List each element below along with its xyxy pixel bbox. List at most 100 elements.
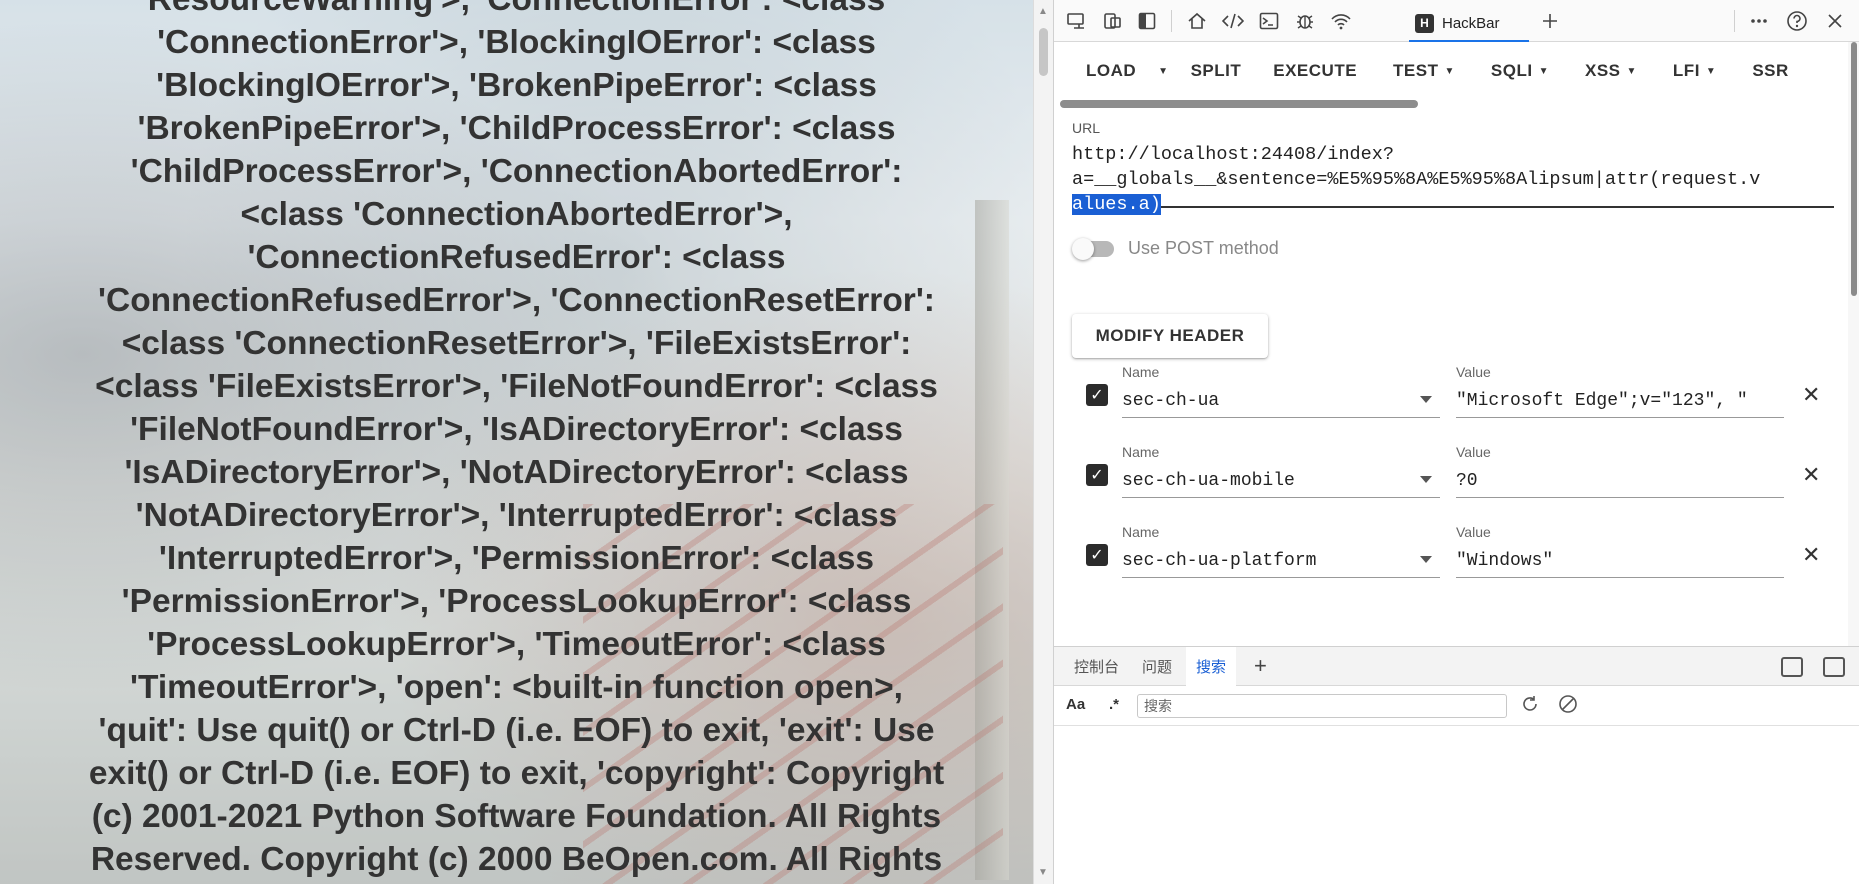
page-text-line: 'BlockingIOError'>, 'BrokenPipeError': <… [156, 67, 877, 104]
header-enabled-checkbox[interactable]: ✓ [1086, 464, 1108, 486]
header-value-input[interactable]: "Windows" [1456, 544, 1784, 578]
dropdown-arrow-icon [1420, 556, 1432, 563]
tab-console[interactable]: 控制台 [1064, 647, 1129, 686]
post-method-label: Use POST method [1128, 238, 1279, 258]
page-text-line: 'PermissionError'>, 'ProcessLookupError'… [121, 583, 912, 620]
page-text-line: (c) 2001-2021 Python Software Foundation… [91, 798, 942, 835]
hackbar-panel: LOAD ▼ SPLIT EXECUTE TEST ▼ SQLI ▼ XSS ▼ LF… [1054, 42, 1859, 646]
scroll-up-icon[interactable]: ▲ [1038, 6, 1048, 17]
page-text-line: <class 'FileExistsError'>, 'FileNotFound… [95, 368, 938, 405]
regex-button[interactable]: .* [1109, 696, 1119, 713]
add-tab-icon[interactable] [1537, 8, 1563, 34]
url-line: a=__globals__&sentence=%E5%95%8A%E5%95%8… [1072, 169, 1761, 190]
device-emulation-icon[interactable] [1064, 8, 1090, 34]
sidebar-icon[interactable] [1134, 8, 1160, 34]
header-name-select[interactable]: sec-ch-ua-platform [1122, 544, 1440, 578]
page-text-line: 'ConnectionRefusedError': <class [247, 239, 786, 276]
menu-load[interactable]: LOAD [1054, 51, 1150, 91]
header-row: ✓ Name Value sec-ch-ua-platform "Windows… [1054, 524, 1848, 588]
header-value-input[interactable]: "Microsoft Edge";v="123", " [1456, 384, 1784, 418]
page-text-line: 'NotADirectoryError'>, 'InterruptedError… [135, 497, 898, 534]
header-name-select[interactable]: sec-ch-ua [1122, 384, 1440, 418]
menu-load-dropdown[interactable]: ▼ [1150, 51, 1176, 91]
menu-xss[interactable]: XSS ▼ [1567, 51, 1655, 91]
page-scrollbar[interactable]: ▲ ▼ [1033, 0, 1054, 884]
menu-sqli[interactable]: SQLI ▼ [1473, 51, 1567, 91]
menu-execute[interactable]: EXECUTE [1255, 51, 1375, 91]
dock-icon[interactable] [1781, 657, 1803, 677]
header-enabled-checkbox[interactable]: ✓ [1086, 544, 1108, 566]
more-icon[interactable] [1746, 8, 1772, 34]
inspect-icon[interactable] [1100, 8, 1126, 34]
modify-header-button[interactable]: MODIFY HEADER [1072, 314, 1268, 358]
header-name-select[interactable]: sec-ch-ua-mobile [1122, 464, 1440, 498]
debug-icon[interactable] [1292, 8, 1318, 34]
tab-hackbar-label: HackBar [1442, 14, 1500, 32]
dropdown-arrow-icon [1420, 476, 1432, 483]
scroll-down-icon[interactable]: ▼ [1038, 867, 1048, 878]
page-text-line: 'IsADirectoryError'>, 'NotADirectoryErro… [124, 454, 909, 491]
menubar-scrollbar-thumb[interactable] [1060, 100, 1418, 108]
sources-icon[interactable] [1220, 8, 1246, 34]
hackbar-scrollbar[interactable] [1848, 42, 1859, 646]
page-text-line: 'quit': Use quit() or Ctrl-D (i.e. EOF) … [98, 712, 935, 749]
page-output-text: ResourceWarning'>, 'ConnectionError': <c… [0, 0, 1033, 881]
header-enabled-checkbox[interactable]: ✓ [1086, 384, 1108, 406]
menu-test[interactable]: TEST ▼ [1375, 51, 1473, 91]
header-value-label: Value [1456, 444, 1491, 460]
page-text-line: 'ChildProcessError'>, 'ConnectionAborted… [130, 153, 903, 190]
page-scrollbar-thumb[interactable] [1039, 28, 1048, 76]
remove-header-icon[interactable]: ✕ [1802, 542, 1820, 568]
caret-down-icon: ▼ [1444, 65, 1455, 77]
hackbar-menubar: LOAD ▼ SPLIT EXECUTE TEST ▼ SQLI ▼ XSS ▼ LF… [1054, 42, 1848, 100]
menu-split[interactable]: SPLIT [1177, 51, 1256, 91]
close-drawer-icon[interactable] [1823, 657, 1845, 677]
remove-header-icon[interactable]: ✕ [1802, 382, 1820, 408]
url-label: URL [1072, 120, 1101, 136]
page-text-line: <class 'ConnectionResetError'>, 'FileExi… [121, 325, 912, 362]
search-input[interactable] [1137, 694, 1507, 718]
header-row: ✓ Name Value sec-ch-ua "Microsoft Edge";… [1054, 364, 1848, 428]
tab-hackbar[interactable]: H HackBar [1409, 6, 1529, 42]
post-method-toggle[interactable]: Use POST method [1072, 237, 1279, 260]
network-icon[interactable] [1328, 8, 1354, 34]
page-text-line: exit() or Ctrl-D (i.e. EOF) to exit, 'co… [88, 755, 945, 792]
header-name-label: Name [1122, 524, 1160, 540]
match-case-button[interactable]: Aa [1066, 696, 1085, 713]
header-value-label: Value [1456, 364, 1491, 380]
menu-lfi[interactable]: LFI ▼ [1655, 51, 1734, 91]
url-textarea[interactable]: http://localhost:24408/index? a=__global… [1072, 142, 1834, 215]
remove-header-icon[interactable]: ✕ [1802, 462, 1820, 488]
console-icon[interactable] [1256, 8, 1282, 34]
clear-icon[interactable] [1558, 694, 1578, 720]
page-text-line: 'InterruptedError'>, 'PermissionError': … [158, 540, 875, 577]
toggle-knob[interactable] [1072, 237, 1094, 260]
refresh-icon[interactable] [1520, 694, 1540, 720]
page-viewport: ResourceWarning'>, 'ConnectionError': <c… [0, 0, 1033, 884]
header-value-label: Value [1456, 524, 1491, 540]
dropdown-arrow-icon [1420, 396, 1432, 403]
menu-ssrf[interactable]: SSR [1734, 51, 1788, 91]
caret-down-icon: ▼ [1705, 65, 1717, 77]
hackbar-scrollbar-thumb[interactable] [1851, 42, 1857, 296]
search-toolbar: Aa .* [1054, 686, 1859, 726]
devtools-panel: H HackBar LOAD ▼ SPLIT EXECUTE TEST ▼ SQL… [1053, 0, 1859, 884]
page-text-line: 'ProcessLookupError'>, 'TimeoutError': <… [147, 626, 886, 663]
page-text-line: 'FileNotFoundError'>, 'IsADirectoryError… [130, 411, 903, 448]
add-drawer-tab-icon[interactable]: + [1254, 653, 1267, 679]
toggle-track[interactable] [1072, 237, 1114, 260]
tab-issues[interactable]: 问题 [1132, 647, 1182, 686]
page-text-line: 'TimeoutError'>, 'open': <built-in funct… [130, 669, 903, 706]
page-text-line: Reserved. Copyright (c) 2000 BeOpen.com.… [90, 841, 943, 878]
tab-search[interactable]: 搜索 [1186, 647, 1237, 686]
close-icon[interactable] [1822, 8, 1848, 34]
header-row: ✓ Name Value sec-ch-ua-mobile ?0 ✕ [1054, 444, 1848, 508]
home-icon[interactable] [1184, 8, 1210, 34]
header-name-label: Name [1122, 444, 1160, 460]
caret-down-icon: ▼ [1538, 65, 1549, 77]
header-value-input[interactable]: ?0 [1456, 464, 1784, 498]
url-line: http://localhost:24408/index? [1072, 144, 1394, 165]
page-text-line: 'ConnectionError'>, 'BlockingIOError': <… [157, 24, 876, 61]
page-text-line: 'BrokenPipeError'>, 'ChildProcessError':… [137, 110, 896, 147]
help-icon[interactable] [1784, 8, 1810, 34]
